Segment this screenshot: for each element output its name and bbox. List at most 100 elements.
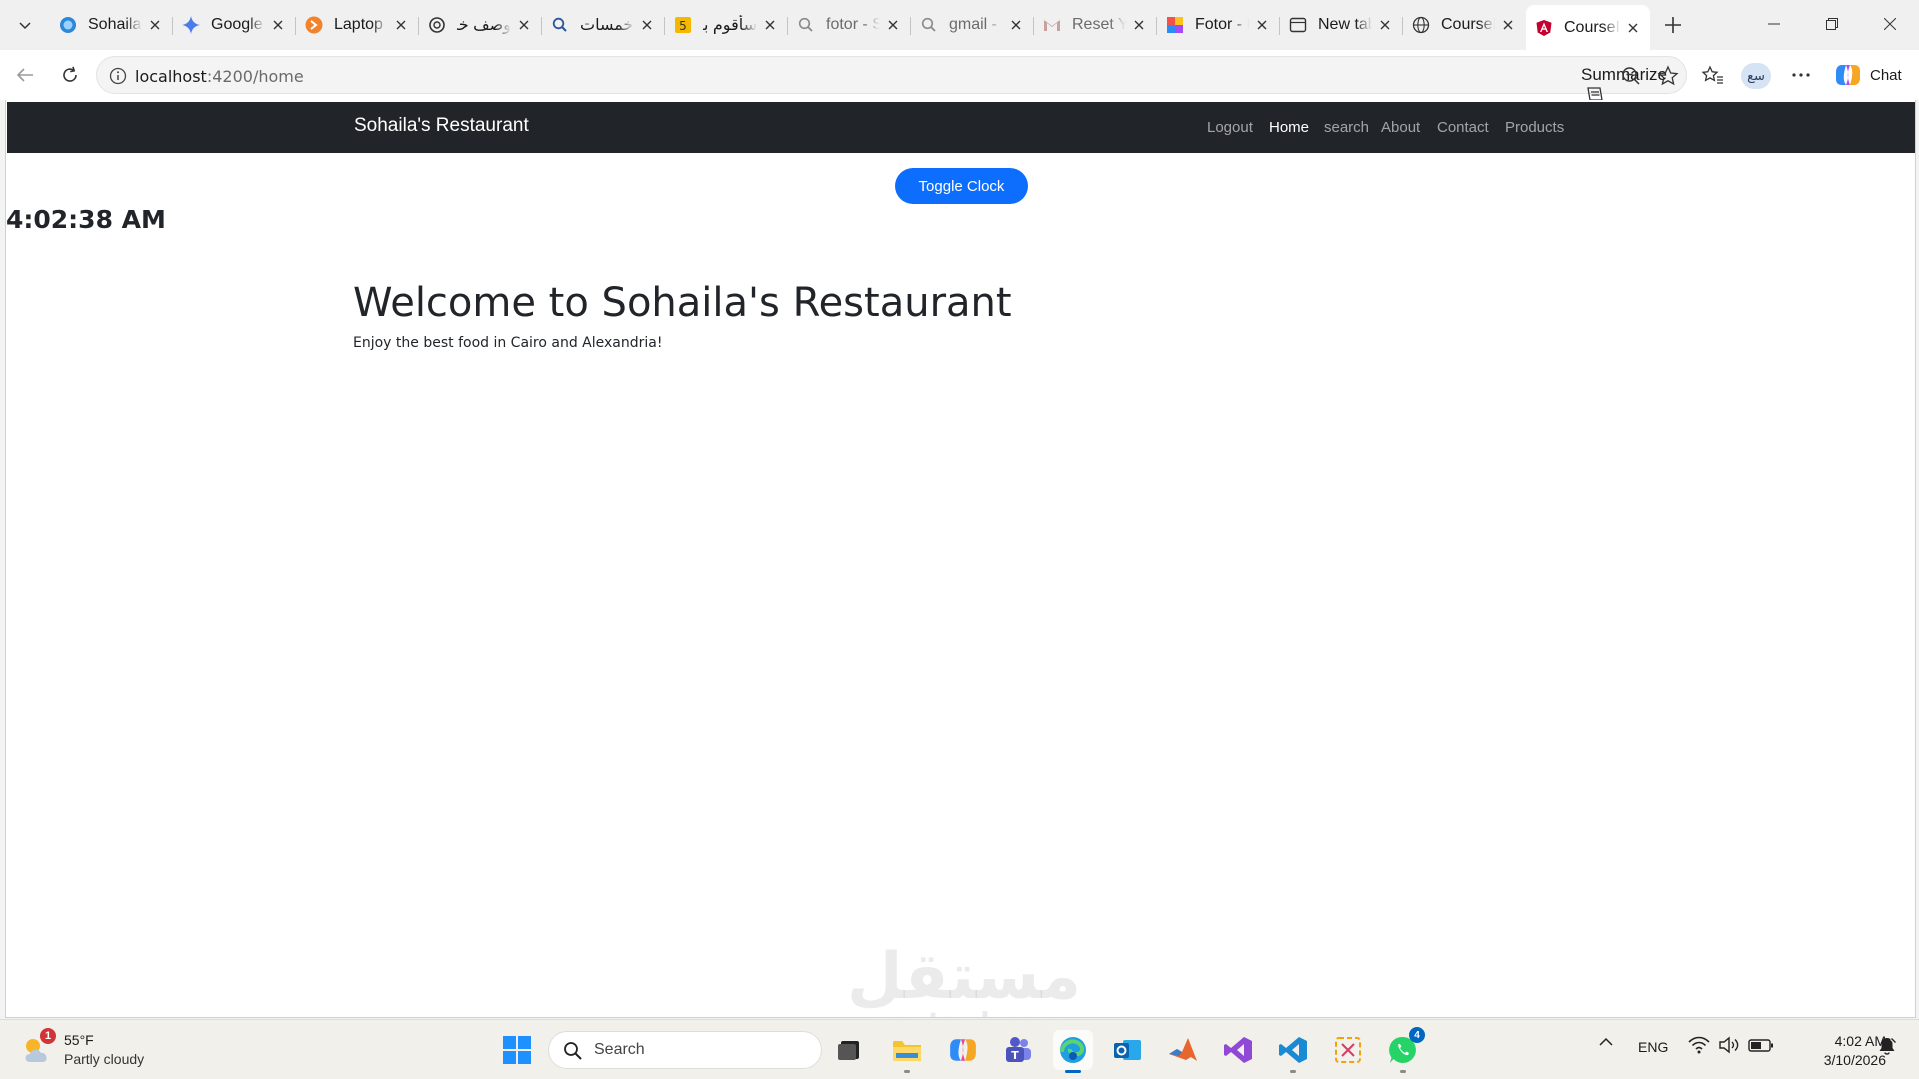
- input-language[interactable]: ENG: [1638, 1039, 1668, 1055]
- nav-link-about[interactable]: About: [1381, 119, 1420, 136]
- snipping-tool-button[interactable]: [1328, 1030, 1368, 1070]
- matlab-button[interactable]: [1163, 1030, 1203, 1070]
- folder-icon: [893, 1041, 921, 1061]
- more-menu-button[interactable]: [1785, 59, 1817, 91]
- edge-icon: [1060, 1037, 1086, 1063]
- new-tab-button[interactable]: [1657, 9, 1689, 41]
- plus-icon: [1665, 17, 1681, 33]
- tab-title: New tab: [1318, 16, 1372, 33]
- nav-link-products[interactable]: Products: [1505, 119, 1564, 136]
- tab-gmail-search[interactable]: gmail - Search: [911, 7, 1034, 43]
- tab-khamsat-search[interactable]: خمسات: [542, 7, 665, 43]
- arrow-left-icon: [16, 68, 33, 82]
- tab-fotor-search[interactable]: fotor - Search: [788, 7, 911, 43]
- url-text[interactable]: localhost:4200/home: [135, 67, 304, 86]
- close-icon[interactable]: [392, 16, 410, 34]
- tab-sohaila-restaurant[interactable]: Sohaila's Restaurant: [50, 7, 173, 43]
- tab-google-gemini[interactable]: Google Gemini: [173, 7, 296, 43]
- tab-fotor-photo[interactable]: Fotor - Photo: [1157, 7, 1280, 43]
- copilot-icon: [1836, 65, 1860, 85]
- task-view-button[interactable]: [830, 1030, 870, 1070]
- tab-title: Google Gemini: [211, 16, 265, 33]
- search-icon: [550, 15, 570, 35]
- close-icon[interactable]: [515, 16, 533, 34]
- url-path: :4200/home: [206, 67, 304, 86]
- close-icon[interactable]: [146, 16, 164, 34]
- close-icon[interactable]: [1253, 16, 1271, 34]
- battery-icon: [1748, 1039, 1773, 1052]
- close-icon[interactable]: [1007, 16, 1025, 34]
- close-icon[interactable]: [884, 16, 902, 34]
- favorites-button[interactable]: [1697, 59, 1729, 91]
- teams-button[interactable]: T: [998, 1030, 1038, 1070]
- tab-title: Sohaila's Restaurant: [88, 16, 142, 33]
- outlook-button[interactable]: [1108, 1030, 1148, 1070]
- tab-course-project-active[interactable]: CourseProject: [1526, 5, 1650, 50]
- info-icon[interactable]: [109, 67, 127, 85]
- file-explorer-button[interactable]: [887, 1030, 927, 1073]
- close-icon[interactable]: [638, 16, 656, 34]
- show-hidden-icons-button[interactable]: [1598, 1034, 1614, 1053]
- back-button[interactable]: [9, 59, 41, 91]
- favorites-icon: [1702, 65, 1723, 84]
- vscode-icon: [1279, 1037, 1307, 1063]
- profile-avatar[interactable]: سع: [1741, 63, 1771, 89]
- star-icon[interactable]: [1657, 65, 1679, 87]
- search-placeholder: Search: [594, 1041, 645, 1058]
- tab-title: fotor - Search: [826, 16, 880, 33]
- site-brand[interactable]: Sohaila's Restaurant: [354, 115, 529, 137]
- close-icon[interactable]: [1130, 16, 1148, 34]
- notifications-button[interactable]: [1877, 1036, 1897, 1059]
- close-icon[interactable]: [1499, 16, 1517, 34]
- address-bar[interactable]: localhost:4200/home Summarize: [96, 56, 1687, 101]
- teams-icon: T: [1006, 1037, 1031, 1062]
- close-icon[interactable]: [269, 16, 287, 34]
- edge-browser-button[interactable]: [1053, 1030, 1093, 1073]
- tab-laptop-price[interactable]: Laptop Price: [296, 7, 419, 43]
- nav-link-contact[interactable]: Contact: [1437, 119, 1489, 136]
- close-icon[interactable]: [1376, 16, 1394, 34]
- fotor-icon: [1165, 15, 1185, 35]
- tab-list-button[interactable]: [9, 9, 41, 41]
- copilot-icon: [950, 1039, 976, 1061]
- close-icon[interactable]: [1624, 19, 1642, 37]
- system-clock[interactable]: 4:02 AM 3/10/2026: [1786, 1032, 1886, 1070]
- weather-widget[interactable]: 1 55°F Partly cloudy: [20, 1028, 170, 1072]
- nav-link-search[interactable]: search: [1324, 119, 1369, 136]
- tab-title: Fotor - Photo: [1195, 16, 1249, 33]
- tab-service-description[interactable]: وصف خدمة: [419, 7, 542, 43]
- tab-khamsat-service[interactable]: 5 سأقوم بتصميم: [665, 7, 788, 43]
- taskbar-search[interactable]: Search: [548, 1031, 822, 1069]
- network-volume-battery-cluster[interactable]: [1688, 1036, 1774, 1057]
- tab-course-project[interactable]: CourseProject: [1403, 7, 1525, 43]
- vscode-button[interactable]: [1273, 1030, 1313, 1073]
- svg-text:T: T: [1011, 1049, 1019, 1062]
- site-navbar: Sohaila's Restaurant Logout Home search …: [7, 102, 1915, 153]
- visual-studio-button[interactable]: [1218, 1030, 1258, 1070]
- whatsapp-button[interactable]: 4: [1383, 1027, 1425, 1073]
- tab-reset-password[interactable]: Reset Your Password: [1034, 7, 1157, 43]
- close-icon[interactable]: [761, 16, 779, 34]
- copilot-app-button[interactable]: [943, 1030, 983, 1070]
- weather-temperature: 55°F: [64, 1032, 94, 1048]
- nav-link-logout[interactable]: Logout: [1207, 119, 1253, 136]
- angular-icon: [1534, 18, 1554, 38]
- chevron-up-icon: [1599, 1037, 1613, 1046]
- tab-new-tab[interactable]: New tab: [1280, 7, 1403, 43]
- new-tab-icon: [1288, 15, 1308, 35]
- zoom-out-icon[interactable]: [1621, 66, 1641, 86]
- watermark-logo: مستقل mostaql.com: [844, 945, 1084, 1017]
- nav-link-home[interactable]: Home: [1269, 119, 1309, 136]
- snipping-tool-icon: [1335, 1037, 1361, 1063]
- system-time: 4:02 AM: [1834, 1033, 1886, 1049]
- copilot-chat-button[interactable]: Chat: [1828, 58, 1912, 92]
- refresh-button[interactable]: [54, 59, 86, 91]
- close-window-button[interactable]: [1861, 0, 1919, 48]
- weather-alert-badge: 1: [40, 1028, 56, 1044]
- globe-icon: [1411, 15, 1431, 35]
- restore-button[interactable]: [1803, 0, 1861, 48]
- toggle-clock-button[interactable]: Toggle Clock: [895, 168, 1028, 204]
- gemini-icon: [181, 15, 201, 35]
- start-button[interactable]: [497, 1030, 537, 1070]
- minimize-button[interactable]: [1745, 0, 1803, 48]
